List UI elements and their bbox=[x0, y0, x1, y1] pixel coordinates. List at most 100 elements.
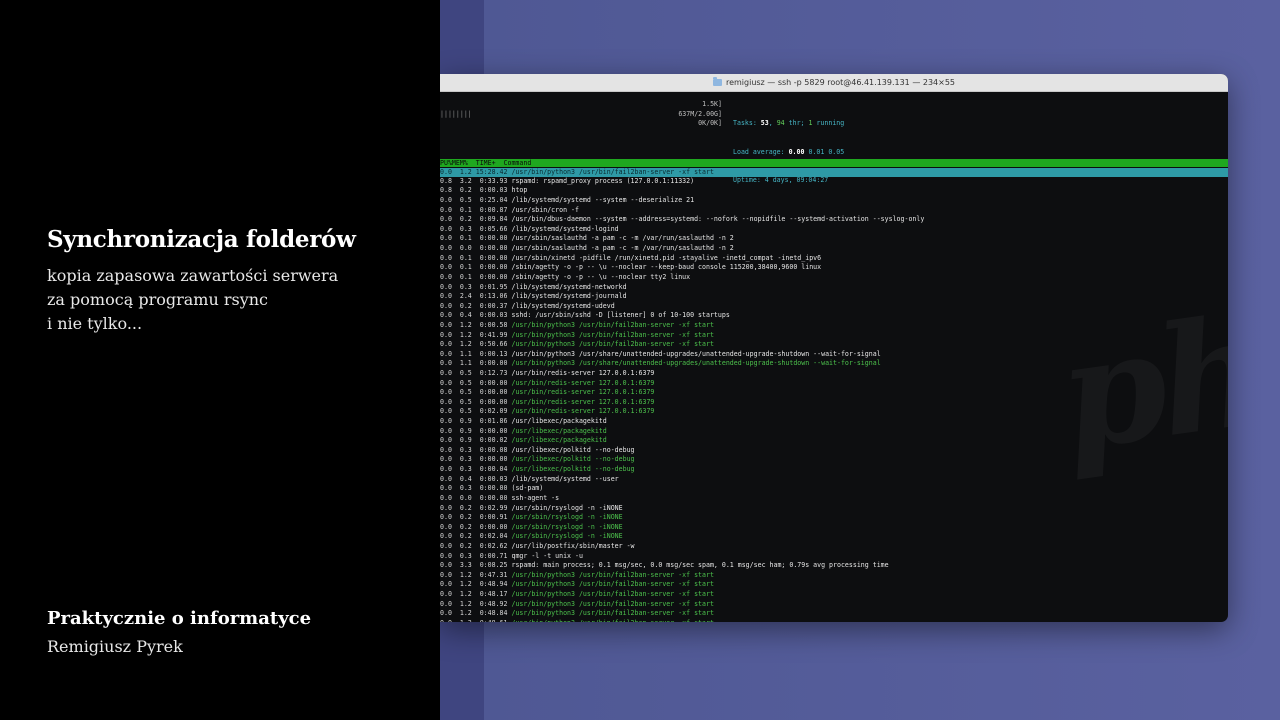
table-row[interactable]: 0.0 0.3 0:01.95 /lib/systemd/systemd-net… bbox=[440, 283, 1228, 293]
process-command: /lib/systemd/systemd --user bbox=[511, 474, 619, 483]
table-row[interactable]: 0.0 0.2 0:00.00 /usr/sbin/rsyslogd -n -i… bbox=[440, 523, 1228, 533]
table-row[interactable]: 0.0 0.1 0:00.87 /usr/sbin/cron -f bbox=[440, 206, 1228, 216]
process-command: /sbin/agetty -o -p -- \u --noclear --kee… bbox=[511, 263, 822, 272]
process-stats: 0.0 3.3 0:08.25 bbox=[440, 561, 512, 570]
table-row[interactable]: 0.0 1.2 0:50.66 /usr/bin/python3 /usr/bi… bbox=[440, 340, 1228, 350]
process-command: /usr/sbin/cron -f bbox=[511, 205, 579, 214]
table-row[interactable]: 0.0 1.2 0:48.84 /usr/bin/python3 /usr/bi… bbox=[440, 609, 1228, 619]
table-row[interactable]: 0.0 1.1 0:00.13 /usr/bin/python3 /usr/sh… bbox=[440, 350, 1228, 360]
table-row[interactable]: 0.0 0.9 0:00.02 /usr/libexec/packagekitd bbox=[440, 436, 1228, 446]
process-table-header[interactable]: PU%MEM% TIME+ Command bbox=[440, 159, 1228, 167]
process-command: /usr/bin/python3 /usr/bin/fail2ban-serve… bbox=[511, 340, 714, 349]
table-row[interactable]: 0.0 0.5 0:00.00 /usr/bin/redis-server 12… bbox=[440, 388, 1228, 398]
video-title: Synchronizacja folderów bbox=[47, 226, 356, 253]
table-row[interactable]: 0.0 1.2 0:48.92 /usr/bin/python3 /usr/bi… bbox=[440, 600, 1228, 610]
process-stats: 0.0 0.3 0:05.66 bbox=[440, 224, 512, 233]
table-row[interactable]: 0.0 0.0 0:00.00 ssh-agent -s bbox=[440, 494, 1228, 504]
process-stats: 0.0 0.1 0:00.00 bbox=[440, 263, 512, 272]
meter-disk-readout: 0K/0K] bbox=[698, 119, 722, 127]
process-stats: 0.0 0.3 0:00.71 bbox=[440, 551, 512, 560]
process-stats: 0.0 1.2 0:50.66 bbox=[440, 340, 512, 349]
process-command: /usr/bin/dbus-daemon --system --address=… bbox=[511, 215, 925, 224]
table-row[interactable]: 0.0 0.2 0:02.04 /usr/sbin/rsyslogd -n -i… bbox=[440, 532, 1228, 542]
table-row[interactable]: 0.0 0.3 0:00.71 qmgr -l -t unix -u bbox=[440, 552, 1228, 562]
load-5: 0.01 bbox=[808, 147, 825, 156]
table-row[interactable]: 0.0 0.5 0:00.00 /usr/bin/redis-server 12… bbox=[440, 379, 1228, 389]
process-command: /usr/libexec/packagekitd bbox=[511, 417, 607, 426]
process-command: htop bbox=[511, 186, 528, 195]
process-stats: 0.0 0.5 0:12.73 bbox=[440, 368, 512, 377]
table-row[interactable]: 0.0 0.0 0:00.00 /usr/sbin/saslauthd -a p… bbox=[440, 244, 1228, 254]
table-row[interactable]: 0.0 0.2 0:00.37 /lib/systemd/systemd-ude… bbox=[440, 302, 1228, 312]
video-subtitle: kopia zapasowa zawartości serwera za pom… bbox=[47, 264, 338, 336]
terminal-window[interactable]: remigiusz — ssh -p 5829 root@46.41.139.1… bbox=[440, 74, 1228, 622]
process-command: sshd: /usr/sbin/sshd -D [listener] 0 of … bbox=[511, 311, 730, 320]
table-row[interactable]: 0.0 0.9 0:01.86 /usr/libexec/packagekitd bbox=[440, 417, 1228, 427]
process-stats: 0.0 0.2 0:02.62 bbox=[440, 541, 512, 550]
table-row[interactable]: 0.0 0.2 0:00.91 /usr/sbin/rsyslogd -n -i… bbox=[440, 513, 1228, 523]
table-row[interactable]: 0.0 0.5 0:25.04 /lib/systemd/systemd --s… bbox=[440, 196, 1228, 206]
tasks-count: 53 bbox=[760, 119, 769, 127]
table-row[interactable]: 0.0 0.3 0:00.08 /usr/libexec/polkitd --n… bbox=[440, 446, 1228, 456]
table-row[interactable]: 0.0 0.2 0:02.99 /usr/sbin/rsyslogd -n -i… bbox=[440, 504, 1228, 514]
process-command: /lib/systemd/systemd-journald bbox=[511, 292, 627, 301]
table-row[interactable]: 0.0 1.2 0:48.17 /usr/bin/python3 /usr/bi… bbox=[440, 590, 1228, 600]
table-row[interactable]: 0.0 1.1 0:00.00 /usr/bin/python3 /usr/sh… bbox=[440, 359, 1228, 369]
process-command: /lib/systemd/systemd-logind bbox=[511, 224, 619, 233]
process-stats: 0.0 0.1 0:00.87 bbox=[440, 205, 512, 214]
load-line: Load average: 0.00 0.01 0.05 bbox=[733, 148, 844, 158]
table-row[interactable]: 0.0 0.1 0:00.00 /sbin/agetty -o -p -- \u… bbox=[440, 273, 1228, 283]
selected-process-row[interactable]: 0.0 1.2 15:28.42 /usr/bin/python3 /usr/b… bbox=[440, 168, 1228, 177]
table-row[interactable]: 0.0 0.3 0:00.04 /usr/libexec/polkitd --n… bbox=[440, 465, 1228, 475]
table-row[interactable]: 0.0 0.5 0:02.09 /usr/bin/redis-server 12… bbox=[440, 407, 1228, 417]
process-command: /lib/systemd/systemd-udevd bbox=[511, 301, 615, 310]
htop-screen[interactable]: php8 1.5K] 637M/2.00G] 0K/0K] |||||||| T… bbox=[440, 92, 1228, 622]
process-stats: 0.0 0.4 0:00.03 bbox=[440, 474, 512, 483]
table-row[interactable]: 0.0 0.5 0:00.00 /usr/bin/redis-server 12… bbox=[440, 398, 1228, 408]
process-command: /usr/bin/redis-server 127.0.0.1:6379 bbox=[511, 407, 655, 416]
table-row[interactable]: 0.0 0.1 0:00.00 /sbin/agetty -o -p -- \u… bbox=[440, 263, 1228, 273]
process-command: /usr/sbin/rsyslogd -n -iNONE bbox=[511, 522, 623, 531]
table-row[interactable]: 0.0 0.2 0:09.84 /usr/bin/dbus-daemon --s… bbox=[440, 215, 1228, 225]
table-row[interactable]: 0.0 0.1 0:00.00 /usr/sbin/xinetd -pidfil… bbox=[440, 254, 1228, 264]
window-titlebar[interactable]: remigiusz — ssh -p 5829 root@46.41.139.1… bbox=[440, 74, 1228, 92]
table-row[interactable]: 0.0 0.3 0:00.00 (sd-pam) bbox=[440, 484, 1228, 494]
process-stats: 0.0 1.2 0:48.17 bbox=[440, 590, 512, 598]
process-command: /usr/bin/python3 /usr/bin/fail2ban-serve… bbox=[511, 590, 714, 598]
process-list[interactable]: 0.8 3.2 0:33.93 rspamd: rspamd_proxy pro… bbox=[440, 177, 1228, 622]
process-command: /usr/sbin/rsyslogd -n -iNONE bbox=[511, 513, 623, 522]
process-command: /usr/lib/postfix/sbin/master -w bbox=[511, 541, 635, 550]
running-label: running bbox=[812, 119, 845, 127]
process-stats: 0.0 0.9 0:00.02 bbox=[440, 436, 512, 445]
table-row[interactable]: 0.0 1.2 0:41.99 /usr/bin/python3 /usr/bi… bbox=[440, 331, 1228, 341]
process-stats: 0.0 1.2 0:00.58 bbox=[440, 320, 512, 329]
table-row[interactable]: 0.0 1.2 0:48.61 /usr/bin/python3 /usr/bi… bbox=[440, 619, 1228, 622]
process-command: /lib/systemd/systemd --system --deserial… bbox=[511, 196, 695, 205]
table-row[interactable]: 0.0 0.1 0:00.00 /usr/sbin/saslauthd -a p… bbox=[440, 234, 1228, 244]
table-row[interactable]: 0.8 0.2 0:00.03 htop bbox=[440, 186, 1228, 196]
table-row[interactable]: 0.0 0.3 0:05.66 /lib/systemd/systemd-log… bbox=[440, 225, 1228, 235]
table-row[interactable]: 0.0 0.4 0:00.03 sshd: /usr/sbin/sshd -D … bbox=[440, 311, 1228, 321]
tasks-comma: , bbox=[768, 119, 777, 127]
process-command: /usr/sbin/saslauthd -a pam -c -m /var/ru… bbox=[511, 244, 734, 253]
process-command: /usr/bin/python3 /usr/share/unattended-u… bbox=[511, 359, 881, 368]
process-stats: 0.0 0.3 0:01.95 bbox=[440, 282, 512, 291]
process-stats: 0.8 0.2 0:00.03 bbox=[440, 186, 512, 195]
table-row[interactable]: 0.0 1.2 0:48.94 /usr/bin/python3 /usr/bi… bbox=[440, 580, 1228, 590]
table-row[interactable]: 0.8 3.2 0:33.93 rspamd: rspamd_proxy pro… bbox=[440, 177, 1228, 187]
process-stats: 0.0 0.5 0:02.09 bbox=[440, 407, 512, 416]
process-command: /usr/bin/python3 /usr/bin/fail2ban-serve… bbox=[511, 609, 714, 618]
table-row[interactable]: 0.0 3.3 0:08.25 rspamd: main process; 0.… bbox=[440, 561, 1228, 571]
table-row[interactable]: 0.0 0.9 0:00.00 /usr/libexec/packagekitd bbox=[440, 427, 1228, 437]
table-row[interactable]: 0.0 0.5 0:12.73 /usr/bin/redis-server 12… bbox=[440, 369, 1228, 379]
table-row[interactable]: 0.0 0.2 0:02.62 /usr/lib/postfix/sbin/ma… bbox=[440, 542, 1228, 552]
table-row[interactable]: 0.0 0.3 0:00.00 /usr/libexec/polkitd --n… bbox=[440, 455, 1228, 465]
process-stats: 0.0 0.0 0:00.00 bbox=[440, 493, 512, 502]
table-row[interactable]: 0.0 2.4 0:13.06 /lib/systemd/systemd-jou… bbox=[440, 292, 1228, 302]
series-title: Praktycznie o informatyce bbox=[47, 608, 312, 629]
process-command: ssh-agent -s bbox=[511, 493, 560, 502]
table-row[interactable]: 0.0 0.4 0:00.03 /lib/systemd/systemd --u… bbox=[440, 475, 1228, 485]
table-row[interactable]: 0.0 1.2 0:47.31 /usr/bin/python3 /usr/bi… bbox=[440, 571, 1228, 581]
table-row[interactable]: 0.0 1.2 0:00.58 /usr/bin/python3 /usr/bi… bbox=[440, 321, 1228, 331]
subtitle-line: kopia zapasowa zawartości serwera bbox=[47, 266, 339, 285]
